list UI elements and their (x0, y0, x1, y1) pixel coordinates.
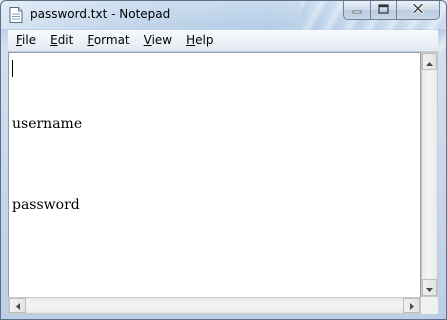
text-editor[interactable]: username password (8, 52, 421, 314)
menu-view-rest: iew (151, 33, 173, 47)
close-button[interactable] (396, 1, 440, 20)
notepad-document-icon[interactable] (9, 7, 23, 23)
scroll-down-button[interactable] (422, 279, 437, 296)
window-title: password.txt - Notepad (30, 7, 171, 21)
menu-help-accel: H (186, 33, 196, 47)
menu-bar: File Edit Format View Help (8, 30, 438, 52)
scroll-up-button[interactable] (422, 53, 437, 70)
maximize-icon (378, 1, 389, 19)
notepad-window: password.txt - Notepad File Edit Format … (0, 0, 447, 320)
document-line: password (12, 197, 80, 213)
arrow-up-icon (426, 53, 433, 71)
horizontal-scrollbar[interactable] (8, 297, 421, 314)
close-icon (412, 1, 424, 19)
document-text[interactable]: username password (12, 57, 82, 273)
document-line: username (12, 116, 83, 132)
minimize-button[interactable] (343, 1, 370, 20)
caption-buttons (343, 1, 440, 21)
title-bar[interactable]: password.txt - Notepad (1, 1, 446, 51)
menu-help[interactable]: Help (178, 30, 219, 51)
menu-view-accel: V (143, 33, 152, 47)
arrow-down-icon (426, 279, 433, 297)
menu-edit-accel: E (50, 33, 58, 47)
menu-file[interactable]: File (8, 30, 42, 51)
menu-format[interactable]: Format (79, 30, 135, 51)
menu-edit[interactable]: Edit (42, 30, 79, 51)
menu-edit-rest: dit (57, 33, 74, 47)
menu-format-rest: ormat (93, 33, 130, 47)
arrow-left-icon (15, 297, 20, 315)
menu-file-rest: ile (22, 33, 37, 47)
vertical-scrollbar[interactable] (421, 52, 438, 297)
maximize-button[interactable] (370, 1, 396, 20)
size-grip[interactable] (421, 297, 438, 314)
scroll-left-button[interactable] (9, 298, 26, 313)
scroll-right-button[interactable] (403, 298, 420, 313)
menu-help-rest: elp (195, 33, 214, 47)
menu-view[interactable]: View (136, 30, 178, 51)
arrow-right-icon (409, 297, 414, 315)
minimize-icon (352, 1, 362, 19)
